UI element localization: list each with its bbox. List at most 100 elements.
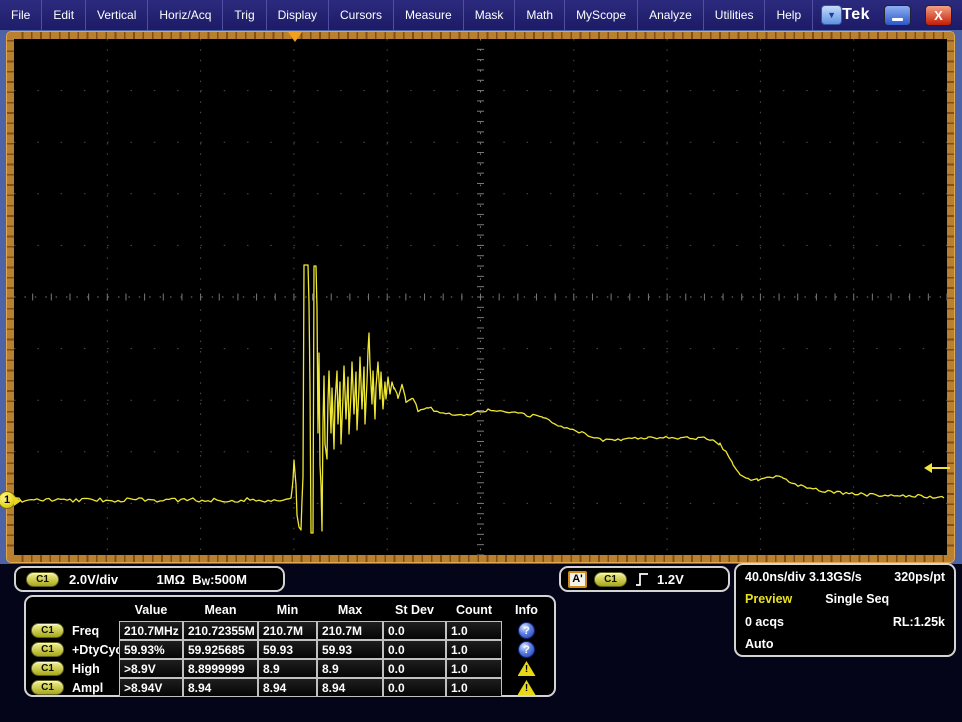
minimize-icon — [892, 18, 903, 21]
graticule-frame: 1 — [7, 32, 954, 562]
menu-mask[interactable]: Mask — [464, 0, 516, 30]
menu-cursors[interactable]: Cursors — [329, 0, 394, 30]
corner-cell — [29, 599, 119, 621]
col-header-max: Max — [317, 599, 383, 621]
waveform-svg — [14, 39, 947, 555]
meas-stdev: 0.0 — [383, 640, 446, 659]
trigger-position-marker[interactable] — [288, 32, 302, 42]
minimize-button[interactable] — [884, 5, 911, 26]
channel-badge[interactable]: C1 — [31, 642, 64, 657]
meas-max: 59.93 — [317, 640, 383, 659]
info-warning-icon[interactable]: ! — [518, 661, 536, 676]
info-question-icon[interactable]: ? — [518, 641, 535, 658]
channel-1-readout[interactable]: C1 2.0V/div 1MΩ BW:500M — [14, 566, 285, 592]
acquisition-count: 0 acqs — [745, 615, 784, 629]
frame-ticks-top — [14, 32, 947, 39]
titlebar-right: Tek X — [842, 0, 962, 30]
col-header-mean: Mean — [183, 599, 258, 621]
meas-min: 210.7M — [258, 621, 317, 640]
menu-trig[interactable]: Trig — [223, 0, 266, 30]
meas-stdev: 0.0 — [383, 621, 446, 640]
meas-max: 8.9 — [317, 659, 383, 678]
channel-badge[interactable]: C1 — [31, 661, 64, 676]
close-icon: X — [934, 8, 943, 23]
acq-row: 0 acqs RL:1.25k — [745, 615, 945, 629]
rising-edge-icon — [634, 571, 650, 587]
menu-analyze[interactable]: Analyze — [638, 0, 704, 30]
measurement-name: Freq — [72, 624, 99, 638]
menu-file[interactable]: File — [0, 0, 42, 30]
channel-badge[interactable]: C1 — [26, 572, 59, 587]
measurement-name: +DtyCyc — [72, 643, 122, 657]
menu-horiz-acq[interactable]: Horiz/Acq — [148, 0, 223, 30]
meas-max: 210.7M — [317, 621, 383, 640]
meas-mean: 8.94 — [183, 678, 258, 697]
meas-max: 8.94 — [317, 678, 383, 697]
trigger-mode-row: Auto — [745, 637, 945, 651]
info-warning-icon[interactable]: ! — [518, 680, 536, 695]
meas-count: 1.0 — [446, 659, 502, 678]
menu-bar: File Edit Vertical Horiz/Acq Trig Displa… — [0, 0, 962, 30]
meas-min: 59.93 — [258, 640, 317, 659]
info-question-icon[interactable]: ? — [518, 622, 535, 639]
channel-badge[interactable]: C1 — [31, 680, 64, 695]
meas-count: 1.0 — [446, 640, 502, 659]
meas-stdev: 0.0 — [383, 678, 446, 697]
channel-badge[interactable]: C1 — [31, 623, 64, 638]
menu-measure[interactable]: Measure — [394, 0, 464, 30]
menu-myscope[interactable]: MyScope — [565, 0, 638, 30]
menu-display[interactable]: Display — [267, 0, 329, 30]
frame-ticks-bottom — [14, 555, 947, 562]
chevron-down-icon: ▼ — [827, 10, 836, 20]
meas-stdev: 0.0 — [383, 659, 446, 678]
tek-logo: Tek — [842, 6, 870, 24]
timebase-row: 40.0ns/div 3.13GS/s 320ps/pt — [745, 570, 945, 584]
meas-mean: 59.925685 — [183, 640, 258, 659]
trigger-readout[interactable]: A' C1 1.2V — [559, 566, 730, 592]
measurement-table-box: Value Mean Min Max St Dev Count Info C1 … — [24, 595, 556, 697]
bw-value: :500M — [210, 572, 247, 587]
meas-value: 59.93% — [119, 640, 183, 659]
col-header-info: Info — [502, 599, 551, 621]
menu-math[interactable]: Math — [515, 0, 565, 30]
frame-ticks-right — [947, 39, 954, 555]
meas-mean: 8.8999999 — [183, 659, 258, 678]
col-header-value: Value — [119, 599, 183, 621]
measurement-name: Ampl — [72, 681, 103, 695]
impedance: 1MΩ — [157, 572, 185, 587]
measurement-table: Value Mean Min Max St Dev Count Info C1 … — [29, 599, 551, 693]
meas-count: 1.0 — [446, 621, 502, 640]
waveform-plot[interactable]: 1 — [14, 39, 947, 555]
meas-value: >8.94V — [119, 678, 183, 697]
readout-area: C1 2.0V/div 1MΩ BW:500M A' C1 1.2V 40.0n… — [0, 564, 962, 722]
menu-utilities[interactable]: Utilities — [704, 0, 766, 30]
horizontal-readout[interactable]: 40.0ns/div 3.13GS/s 320ps/pt Preview Sin… — [734, 563, 956, 657]
col-header-min: Min — [258, 599, 317, 621]
meas-row-label: C1 +DtyCyc — [29, 640, 119, 659]
trigger-mode: Auto — [745, 637, 773, 651]
meas-value: >8.9V — [119, 659, 183, 678]
scope-display-row: 1 — [0, 30, 962, 564]
col-header-count: Count — [446, 599, 502, 621]
acquisition-mode: Single Seq — [825, 592, 889, 606]
trigger-source-badge[interactable]: A' — [568, 571, 587, 588]
vertical-scale: 2.0V/div — [69, 572, 118, 587]
close-button[interactable]: X — [925, 5, 952, 26]
bw-sub: W — [202, 577, 211, 587]
menu-dropdown-button[interactable]: ▼ — [821, 5, 842, 25]
frame-ticks-left — [7, 39, 14, 555]
trigger-level-arrow-icon[interactable] — [932, 467, 950, 469]
mode-row: Preview Single Seq — [745, 592, 945, 606]
trigger-channel-badge[interactable]: C1 — [594, 572, 627, 587]
meas-count: 1.0 — [446, 678, 502, 697]
meas-min: 8.94 — [258, 678, 317, 697]
menu-edit[interactable]: Edit — [42, 0, 86, 30]
record-length: RL:1.25k — [893, 615, 945, 629]
oscilloscope-window: File Edit Vertical Horiz/Acq Trig Displa… — [0, 0, 962, 722]
menu-vertical[interactable]: Vertical — [86, 0, 148, 30]
meas-row-label: C1 High — [29, 659, 119, 678]
meas-row-label: C1 Freq — [29, 621, 119, 640]
menu-help[interactable]: Help — [765, 0, 813, 30]
impedance-bandwidth: 1MΩ BW:500M — [157, 572, 247, 587]
col-header-stdev: St Dev — [383, 599, 446, 621]
